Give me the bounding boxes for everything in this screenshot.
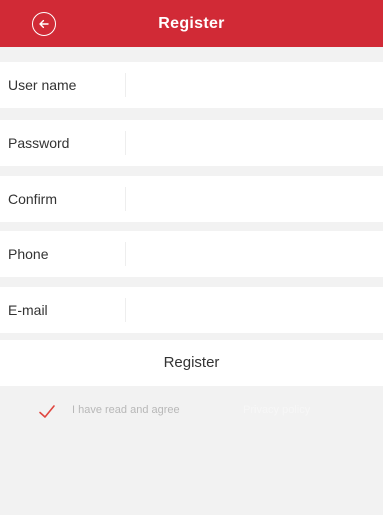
phone-input[interactable]: [132, 239, 372, 269]
password-row: Password: [0, 120, 383, 166]
password-input[interactable]: [132, 128, 372, 158]
email-label: E-mail: [8, 302, 48, 318]
agreement-text: I have read and agree: [72, 404, 180, 416]
phone-row: Phone: [0, 231, 383, 277]
register-screen: Register User name Password Confirm Phon…: [0, 0, 383, 515]
email-row: E-mail: [0, 287, 383, 333]
confirm-row: Confirm: [0, 176, 383, 222]
field-divider: [125, 187, 126, 211]
agree-checkbox[interactable]: [38, 403, 56, 421]
field-divider: [125, 298, 126, 322]
page-title: Register: [158, 15, 225, 32]
confirm-label: Confirm: [8, 191, 58, 207]
password-label: Password: [8, 135, 70, 151]
checkmark-icon: [39, 405, 55, 418]
header-bar: Register: [0, 0, 383, 47]
confirm-password-input[interactable]: [132, 184, 372, 214]
privacy-policy-link[interactable]: Privacy policy: [243, 404, 310, 416]
email-input[interactable]: [132, 295, 372, 325]
field-divider: [125, 242, 126, 266]
field-divider: [125, 131, 126, 155]
username-row: User name: [0, 62, 383, 108]
register-button[interactable]: Register: [0, 340, 383, 386]
agreement-row: I have read and agree Privacy policy: [0, 386, 383, 438]
phone-label: Phone: [8, 246, 49, 262]
field-divider: [125, 73, 126, 97]
username-input[interactable]: [132, 70, 372, 100]
username-label: User name: [8, 77, 77, 93]
